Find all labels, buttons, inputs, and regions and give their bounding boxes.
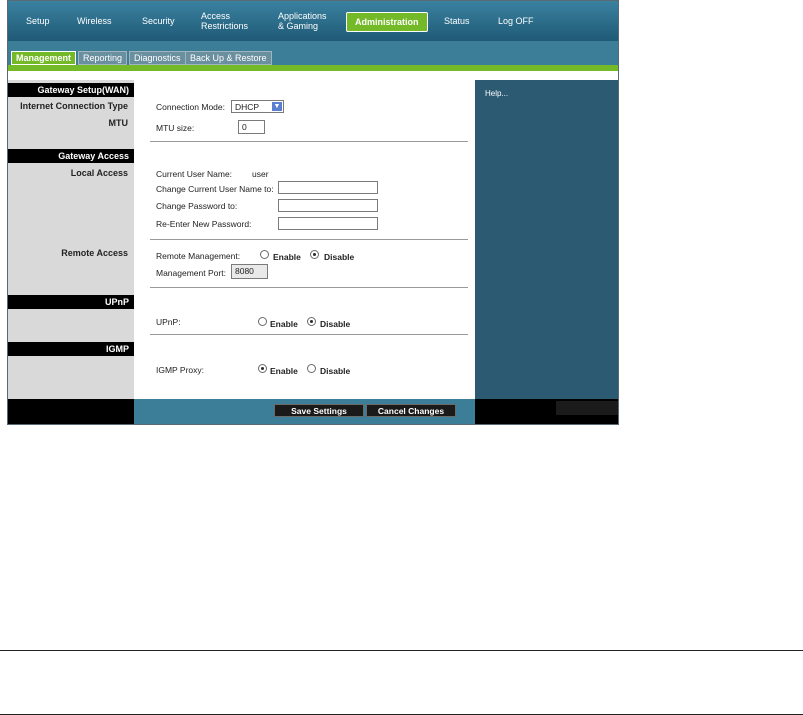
chevron-down-icon: ▼ [272,102,282,111]
remote-management-disable-radio[interactable] [310,250,319,259]
section-divider [150,287,468,288]
connection-mode-label: Connection Mode: [156,102,225,112]
section-divider [150,239,468,240]
mtu-size-label: MTU size: [156,123,195,133]
change-password-label: Change Password to: [156,201,238,211]
upnp-enable-radio[interactable] [258,317,267,326]
nav-applications-line1: Applications [278,11,327,21]
remote-management-enable-label: Enable [273,252,301,262]
section-divider [150,334,468,335]
right-bottom-box [556,401,618,415]
change-user-input[interactable] [278,181,378,194]
label-local-access: Local Access [70,168,128,178]
management-port-label: Management Port: [156,268,226,278]
remote-management-enable-radio[interactable] [260,250,269,259]
nav-security[interactable]: Security [142,1,175,41]
nav-setup[interactable]: Setup [26,1,50,41]
change-password-input[interactable] [278,199,378,212]
help-link[interactable]: Help... [485,89,508,98]
tab-diagnostics[interactable]: Diagnostics [129,51,186,65]
main-form: Connection Mode: DHCP ▼ MTU size: 0 Curr… [134,75,475,424]
connection-mode-select[interactable]: DHCP ▼ [231,100,284,113]
nav-status[interactable]: Status [444,1,470,41]
reenter-password-input[interactable] [278,217,378,230]
label-remote-access: Remote Access [61,248,128,258]
upnp-enable-label: Enable [270,319,298,329]
connection-mode-value: DHCP [235,101,260,112]
mtu-size-input[interactable]: 0 [238,120,265,134]
nav-wireless[interactable]: Wireless [77,1,112,41]
top-navigation: Setup Wireless Security Access Restricti… [8,1,618,41]
nav-access-restrictions-line1: Access [201,11,231,21]
change-user-label: Change Current User Name to: [156,184,274,194]
nav-applications-line2: & Gaming [278,21,319,31]
tab-reporting[interactable]: Reporting [78,51,128,65]
heading-igmp: IGMP [8,342,134,356]
nav-log-off[interactable]: Log OFF [498,1,534,41]
current-user-label: Current User Name: [156,169,233,179]
igmp-disable-radio[interactable] [307,364,316,373]
heading-gateway-setup: Gateway Setup(WAN) [8,83,134,97]
label-internet-connection-type: Internet Connection Type [20,101,128,111]
help-panel [475,80,618,424]
nav-access-restrictions[interactable]: Access Restrictions [201,1,248,41]
heading-upnp: UPnP [8,295,134,309]
router-admin-window: Setup Wireless Security Access Restricti… [7,0,619,425]
current-user-value: user [252,169,269,179]
nav-administration[interactable]: Administration [346,12,428,32]
section-labels-column: Gateway Setup(WAN) Internet Connection T… [8,80,134,424]
remote-management-disable-label: Disable [324,252,355,262]
label-mtu: MTU [108,118,129,128]
management-port-input[interactable]: 8080 [231,264,268,279]
igmp-proxy-label: IGMP Proxy: [156,365,205,375]
reenter-password-label: Re-Enter New Password: [156,219,252,229]
upnp-disable-radio[interactable] [307,317,316,326]
nav-access-restrictions-line2: Restrictions [201,21,249,31]
upnp-label: UPnP: [156,317,181,327]
save-settings-button[interactable]: Save Settings [274,404,364,417]
section-divider [150,141,468,142]
nav-applications-gaming[interactable]: Applications & Gaming [278,1,327,41]
igmp-enable-label: Enable [270,366,298,376]
cancel-changes-button[interactable]: Cancel Changes [366,404,456,417]
page-rule-top [0,650,803,651]
tab-backup-restore[interactable]: Back Up & Restore [185,51,272,65]
subnav-green-rule [8,65,618,71]
remote-management-label: Remote Management: [156,251,241,261]
tab-management[interactable]: Management [11,51,77,65]
igmp-disable-label: Disable [320,366,351,376]
upnp-disable-label: Disable [320,319,351,329]
igmp-enable-radio[interactable] [258,364,267,373]
heading-gateway-access: Gateway Access [8,149,134,163]
left-bottom-bar [8,399,134,424]
